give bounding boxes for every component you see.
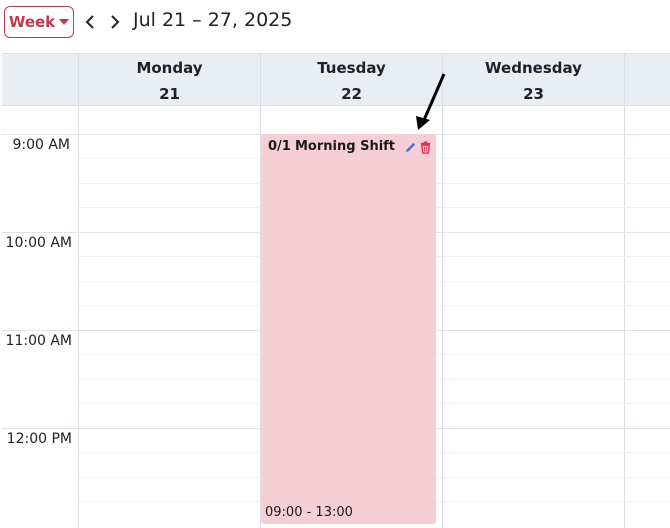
- day-header-row: Monday 21 Tuesday 22 Wednesday 23: [2, 54, 670, 106]
- day-number: 21: [159, 85, 180, 103]
- time-label: 10:00 AM: [5, 235, 72, 251]
- event-title: Morning Shift: [295, 139, 396, 154]
- column-divider: [78, 106, 79, 528]
- trash-icon[interactable]: [419, 139, 432, 154]
- next-week-button[interactable]: [105, 10, 125, 34]
- caret-down-icon: [59, 19, 70, 25]
- time-label: 11:00 AM: [5, 333, 72, 349]
- chevron-right-icon: [111, 15, 120, 29]
- event-card[interactable]: 0/1 Morning Shift 09:00 - 13:00: [261, 134, 436, 524]
- day-header-partial: [624, 54, 670, 106]
- pencil-icon[interactable]: [404, 139, 417, 153]
- day-name: Monday: [136, 59, 203, 77]
- day-number: 23: [523, 85, 544, 103]
- time-label: 9:00 AM: [12, 137, 70, 153]
- date-range-title: Jul 21 – 27, 2025: [133, 9, 293, 31]
- view-selector-button[interactable]: Week: [4, 6, 74, 38]
- column-divider: [624, 106, 625, 528]
- column-divider: [442, 106, 443, 528]
- calendar-toolbar: Week Jul 21 – 27, 2025: [0, 0, 670, 44]
- day-name: Wednesday: [485, 59, 582, 77]
- previous-week-button[interactable]: [80, 10, 100, 34]
- event-time-range: 09:00 - 13:00: [265, 505, 353, 520]
- arrow-icon: [416, 73, 446, 130]
- day-header-wednesday[interactable]: Wednesday 23: [442, 54, 624, 106]
- view-selector-label: Week: [8, 13, 56, 31]
- time-label: 12:00 PM: [6, 431, 72, 447]
- chevron-left-icon: [85, 15, 94, 29]
- day-header-monday[interactable]: Monday 21: [78, 54, 260, 106]
- event-count: 0/1: [268, 139, 291, 154]
